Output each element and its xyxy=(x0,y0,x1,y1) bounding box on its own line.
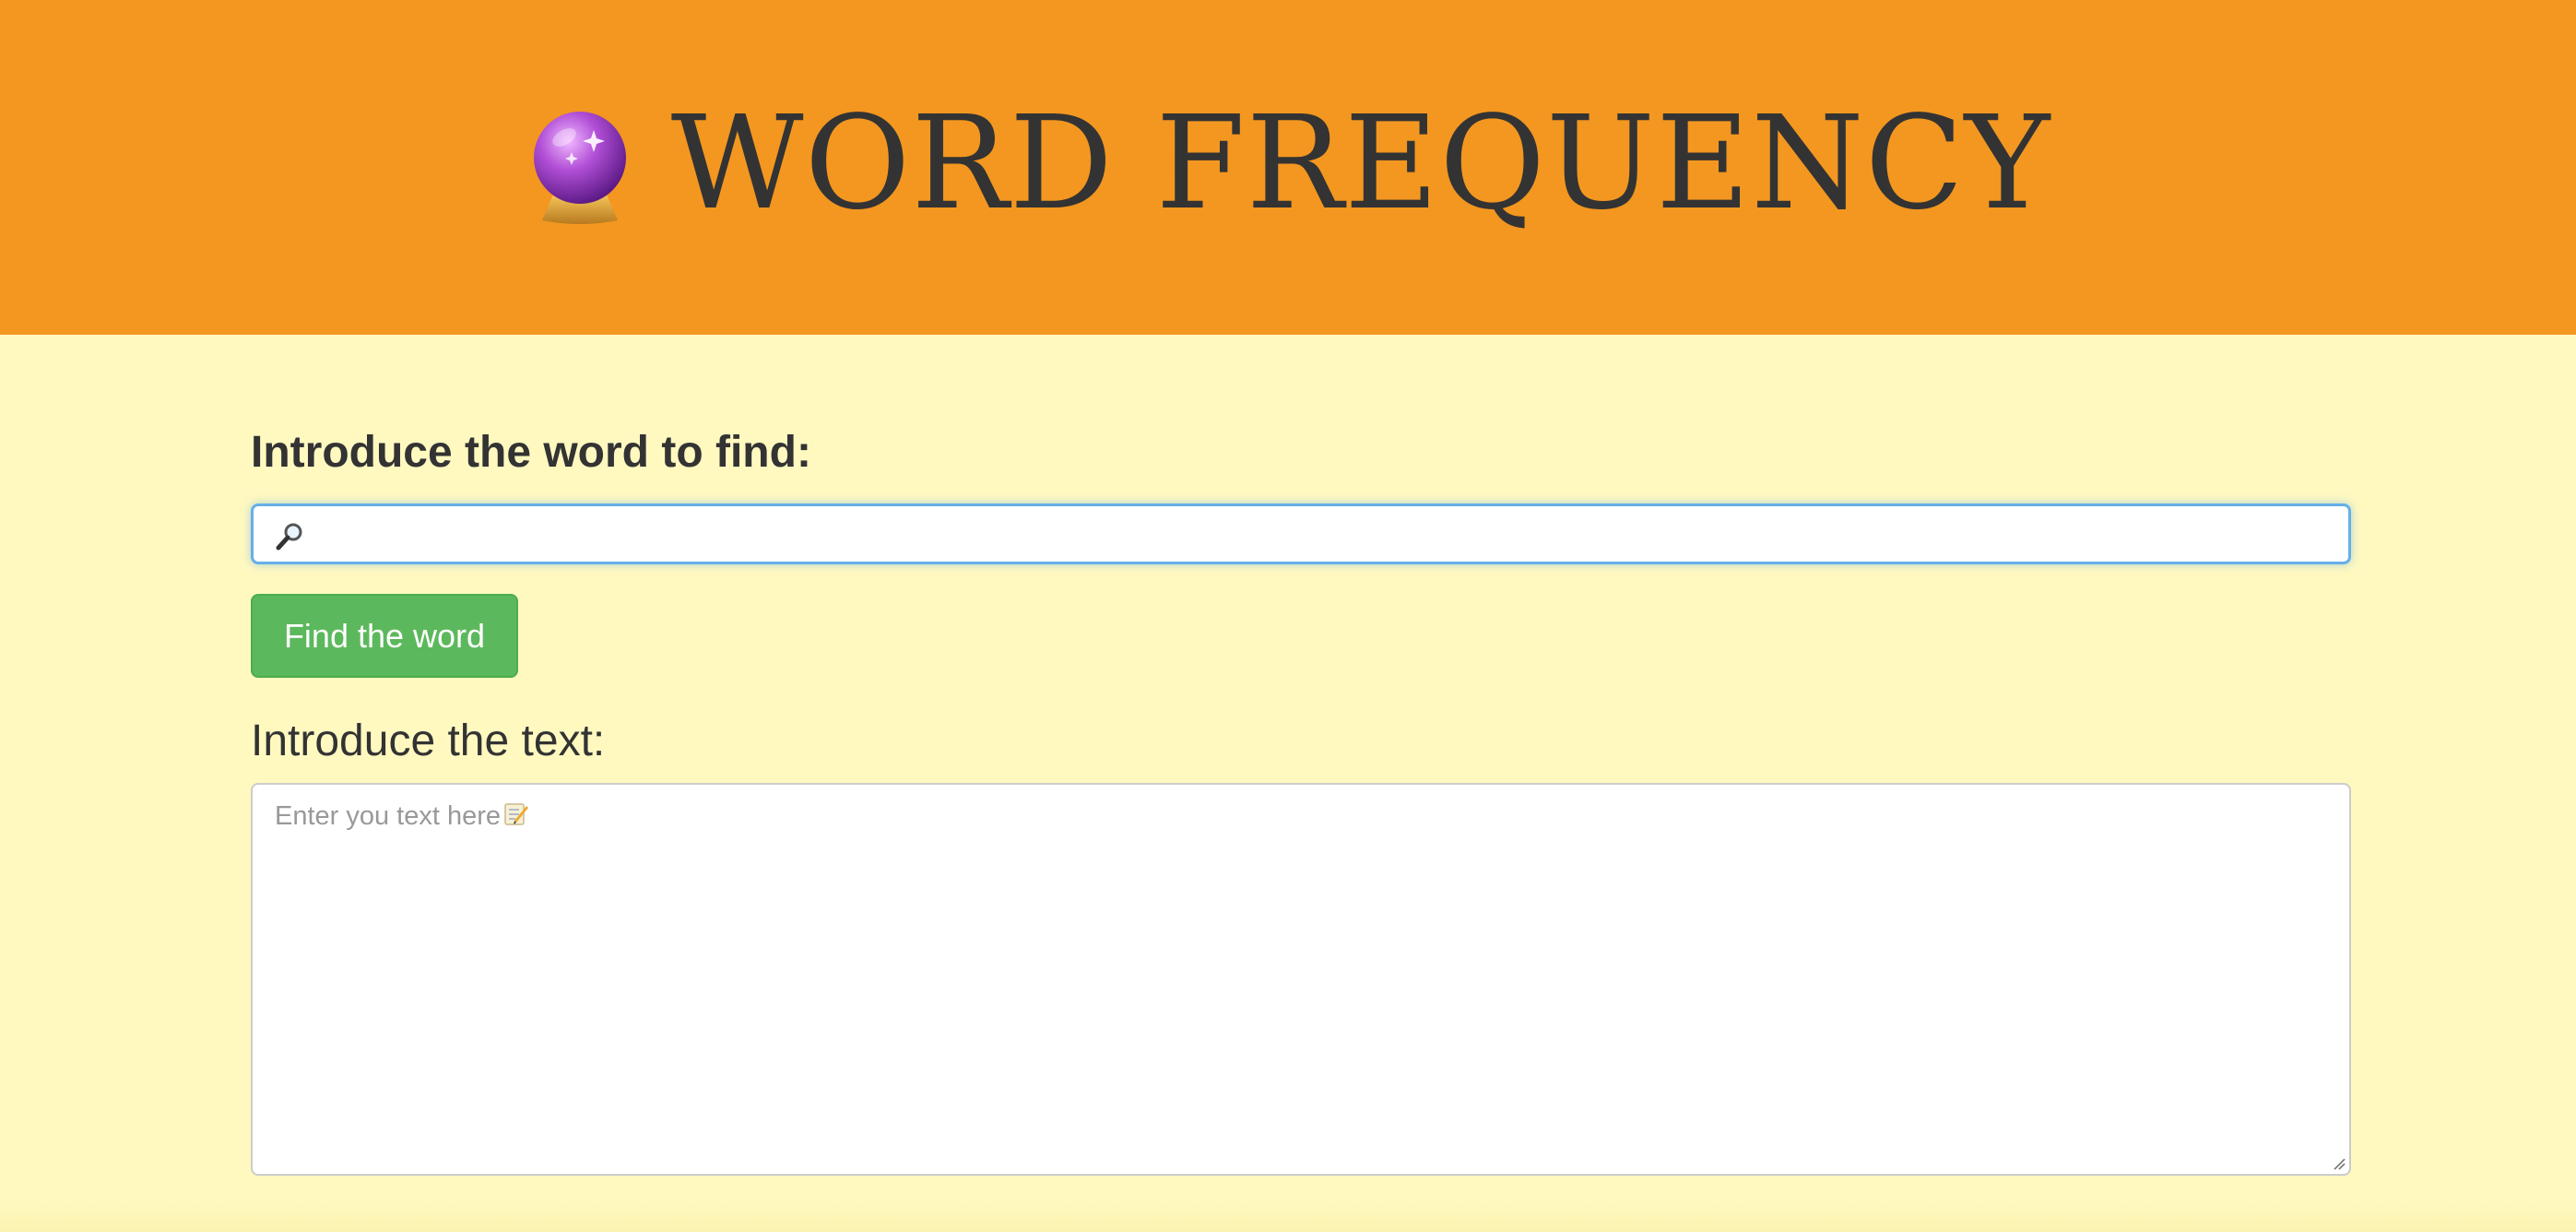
search-field[interactable] xyxy=(251,503,2351,564)
text-label: Introduce the text: xyxy=(251,717,606,765)
find-word-button[interactable]: Find the word xyxy=(251,594,518,678)
text-area-container xyxy=(251,783,2351,1176)
page-bottom-shade xyxy=(0,1199,2576,1232)
page-title: WORD FREQUENCY xyxy=(0,81,2576,247)
title-text: WORD FREQUENCY xyxy=(670,89,2051,239)
crystal-ball-icon xyxy=(533,112,626,224)
resize-handle[interactable] xyxy=(2333,1157,2346,1170)
word-label: Introduce the word to find: xyxy=(251,428,811,477)
search-input[interactable] xyxy=(314,506,2343,562)
text-input[interactable] xyxy=(253,785,2349,1174)
magnifying-glass-icon xyxy=(276,523,302,551)
